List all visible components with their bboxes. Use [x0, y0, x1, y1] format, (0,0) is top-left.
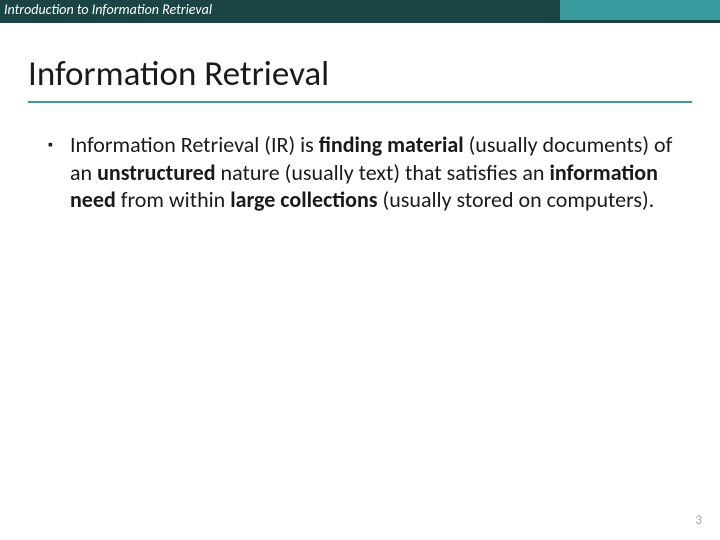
slide-title: Information Retrieval [28, 53, 692, 95]
header-teal-section [560, 0, 720, 20]
bullet-text-seg9: (usually stored on computers). [378, 186, 655, 213]
bullet-text-seg1: Information Retrieval (IR) is [70, 131, 319, 158]
header-course-label: Introduction to Information Retrieval [4, 1, 212, 18]
bullet-text-seg4: unstructured [97, 159, 216, 186]
bullet-item: ▪ Information Retrieval (IR) is finding … [48, 131, 692, 214]
title-underline [28, 101, 692, 103]
page-number: 3 [695, 513, 702, 528]
bullet-marker-icon: ▪ [48, 136, 53, 154]
bullet-text-seg5: nature (usually text) that satisfies an [216, 159, 550, 186]
bullet-text-seg8: large collections [230, 186, 377, 213]
bullet-text-seg7: from within [116, 186, 230, 213]
title-area: Information Retrieval [0, 23, 720, 113]
content-area: ▪ Information Retrieval (IR) is finding … [0, 113, 720, 214]
bullet-text-seg2: finding material [319, 131, 464, 158]
